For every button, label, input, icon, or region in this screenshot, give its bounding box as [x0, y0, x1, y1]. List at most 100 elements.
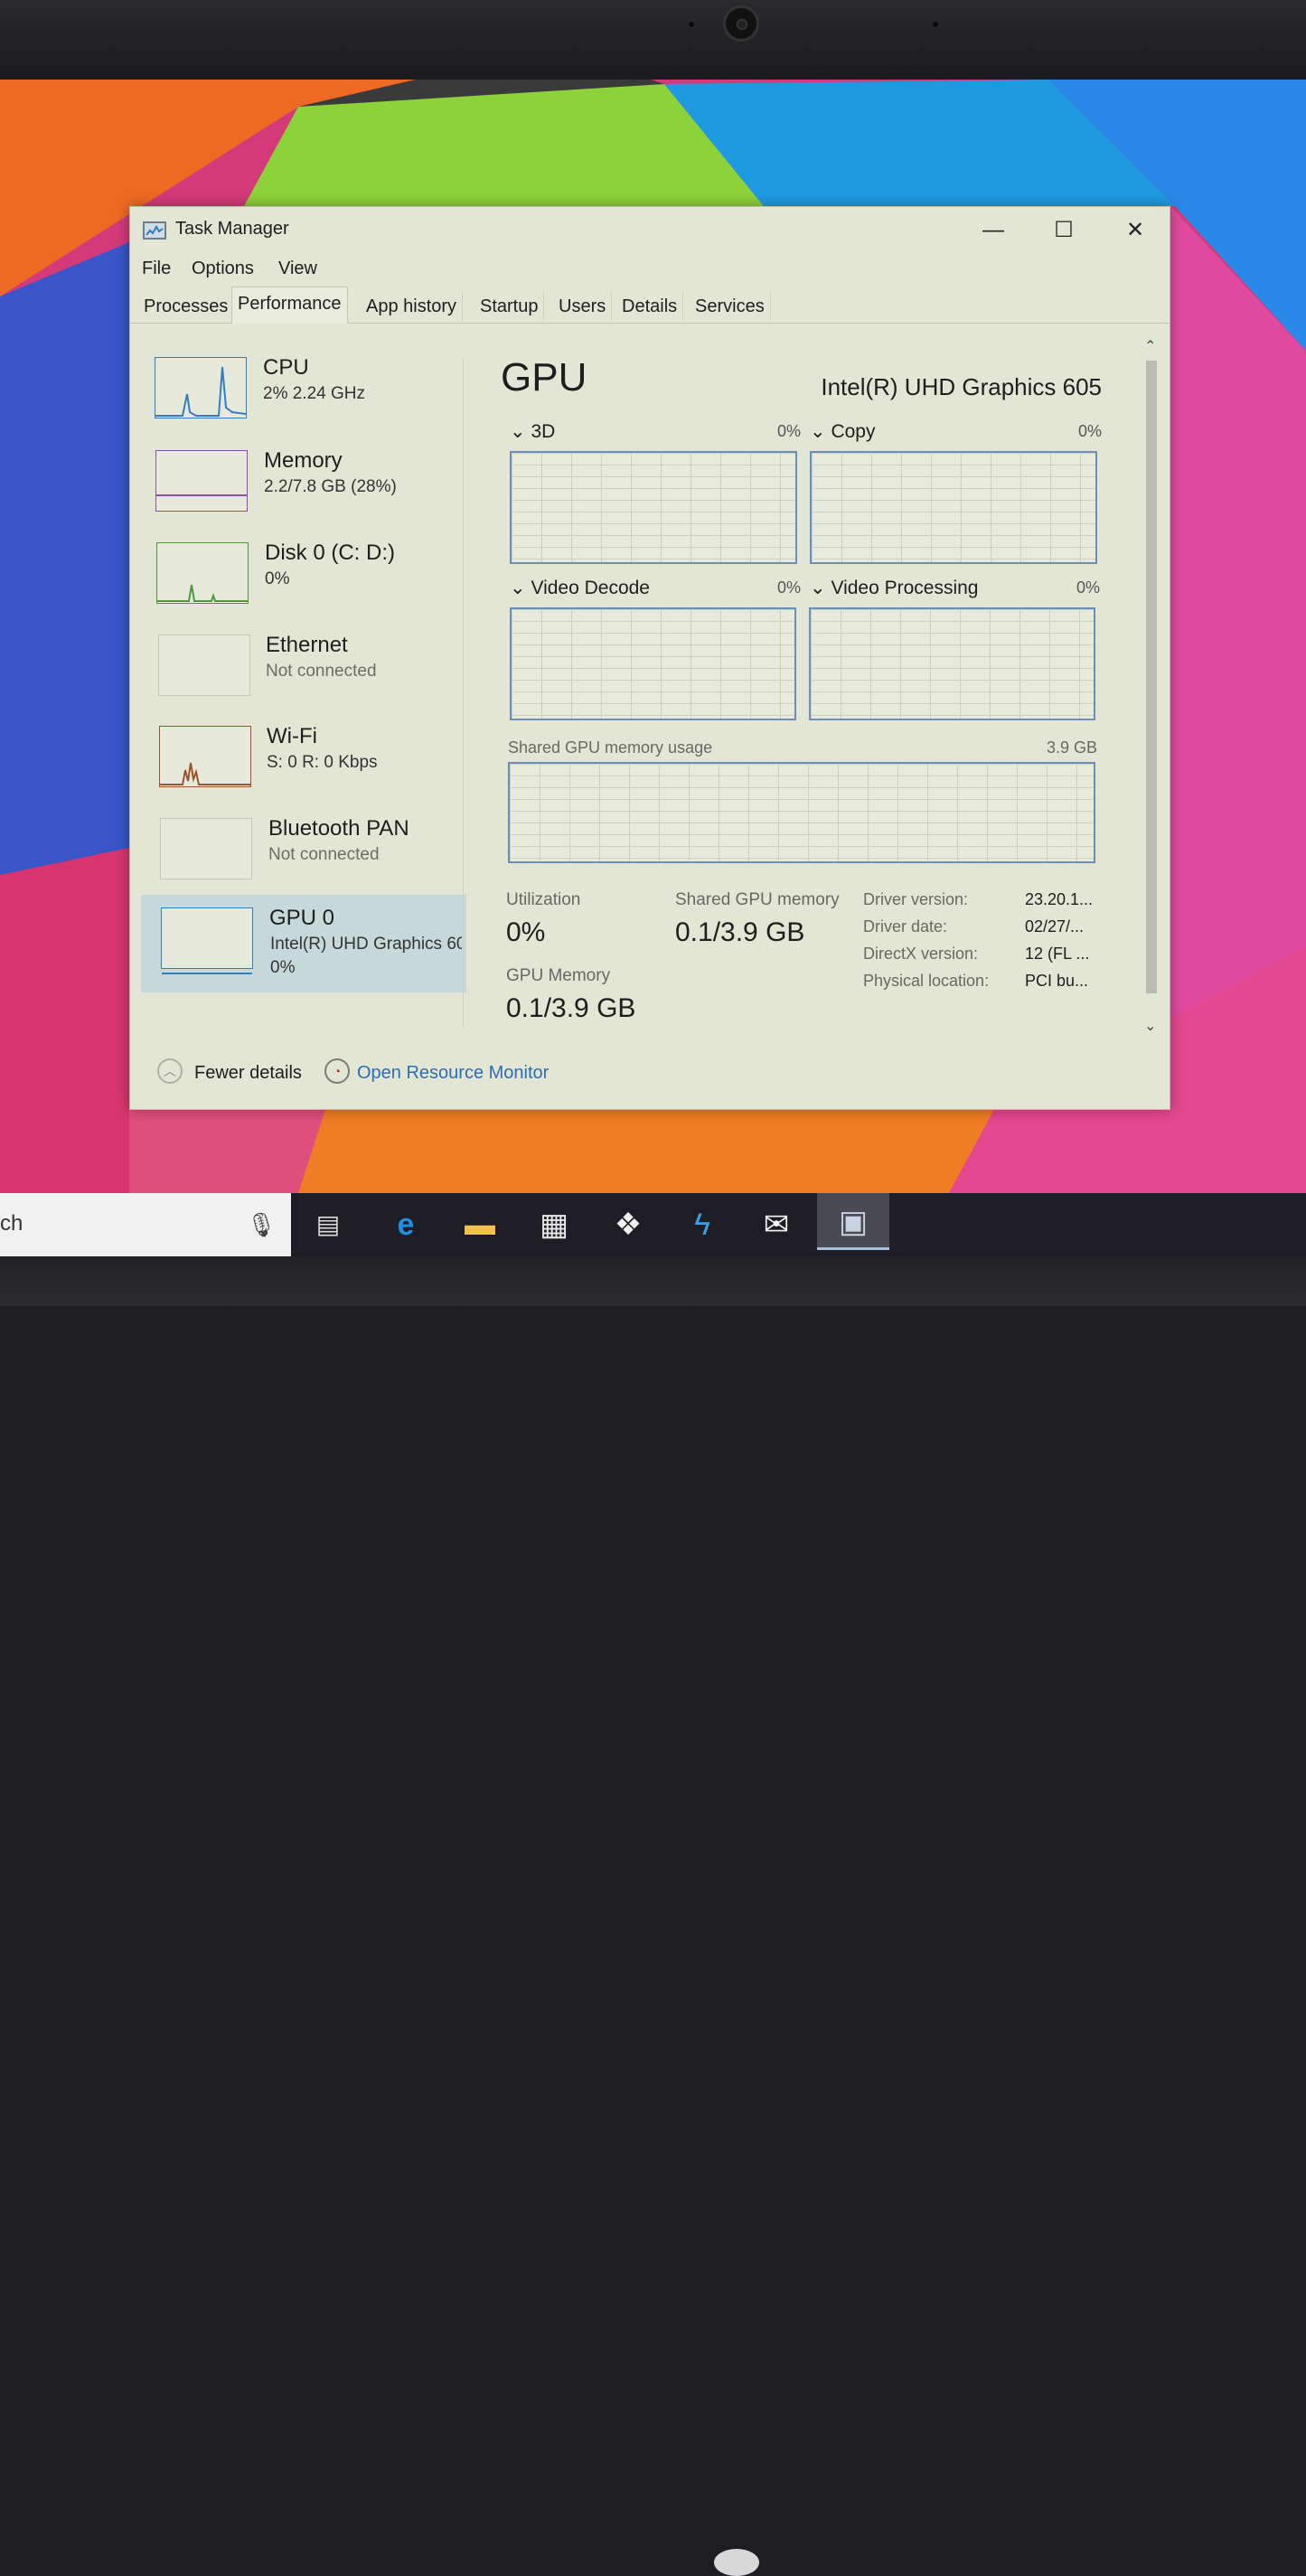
menu-options[interactable]: Options — [192, 259, 254, 279]
gpu-thumbnail-graph — [161, 907, 253, 974]
resource-subtitle: Not connected — [266, 662, 377, 681]
fewer-details-button[interactable]: Fewer details — [194, 1063, 302, 1084]
search-box[interactable]: ch 🎙 — [0, 1193, 291, 1256]
chevron-up-icon[interactable]: ︿ — [157, 1058, 183, 1084]
engine-video-decode-graph — [510, 607, 796, 720]
gpu-memory-label: GPU Memory — [506, 966, 611, 985]
tab-bar: Processes Performance App history Startu… — [130, 287, 1170, 324]
resource-title: CPU — [263, 355, 309, 380]
menu-file[interactable]: File — [142, 259, 171, 279]
resource-title: Disk 0 (C: D:) — [265, 541, 395, 565]
tab-processes[interactable]: Processes — [138, 292, 235, 321]
resource-title: Ethernet — [266, 633, 348, 657]
maximize-button[interactable]: ☐ — [1037, 212, 1091, 249]
store-icon[interactable]: ▦ — [526, 1202, 582, 1247]
shared-gpu-memory-value: 0.1/3.9 GB — [675, 917, 805, 947]
detail-title: GPU — [501, 355, 587, 400]
title-bar[interactable]: Task Manager — ☐ ✕ — [130, 207, 1170, 254]
task-view-icon[interactable]: ▤ — [300, 1202, 356, 1247]
ethernet-thumbnail-graph — [158, 635, 250, 696]
engine-video-decode-label[interactable]: ⌄ Video Decode — [510, 577, 650, 599]
gpu-model-name: Intel(R) UHD Graphics 605 — [821, 373, 1102, 400]
menu-bar: File Options View — [130, 254, 1170, 285]
resource-utilization: 0% — [270, 958, 296, 977]
gpu-memory-value: 0.1/3.9 GB — [506, 993, 636, 1023]
scroll-up-arrow-icon[interactable]: ⌃ — [1144, 337, 1156, 355]
shared-memory-max: 3.9 GB — [1047, 738, 1098, 757]
taskbar: ch 🎙 ▤ e ▬ ▦ ❖ ϟ ✉ ▣ — [0, 1193, 1306, 1256]
engine-3d-percent: 0% — [777, 422, 802, 440]
driver-date-value: 02/27/... — [1025, 917, 1085, 935]
close-button[interactable]: ✕ — [1108, 212, 1162, 249]
resource-ethernet[interactable]: Ethernet Not connected — [141, 618, 466, 709]
tab-startup[interactable]: Startup — [474, 292, 545, 321]
window-title: Task Manager — [175, 219, 289, 239]
resource-title: Bluetooth PAN — [268, 816, 409, 841]
laptop-bezel-bottom — [0, 1256, 1306, 2576]
directx-version-label: DirectX version: — [863, 945, 979, 963]
physical-location-label: Physical location: — [863, 972, 990, 990]
resource-title: GPU 0 — [269, 906, 335, 930]
mail-icon[interactable]: ✉ — [748, 1202, 804, 1247]
dropbox-icon[interactable]: ❖ — [600, 1202, 656, 1247]
scroll-thumb[interactable] — [1146, 361, 1157, 993]
resource-subtitle: Intel(R) UHD Graphics 605 — [270, 935, 462, 954]
gpu-detail-pane: GPU Intel(R) UHD Graphics 605 ⌄ 3D 0% ⌄ … — [483, 343, 1147, 1048]
utilization-label: Utilization — [506, 890, 581, 909]
laptop-bezel-top — [0, 0, 1306, 80]
pane-divider — [463, 359, 464, 1028]
resource-title: Memory — [264, 448, 343, 473]
resource-gpu[interactable]: GPU 0 Intel(R) UHD Graphics 605 0% — [141, 895, 466, 992]
driver-version-value: 23.20.1... — [1025, 890, 1094, 908]
directx-version-value: 12 (FL ... — [1025, 945, 1090, 963]
engine-copy-label[interactable]: ⌄ Copy — [810, 420, 875, 443]
resource-wifi[interactable]: Wi-Fi S: 0 R: 0 Kbps — [141, 710, 466, 800]
search-input-text: ch — [0, 1211, 23, 1236]
detail-scrollbar[interactable]: ⌃ ⌄ — [1142, 334, 1162, 1048]
driver-version-label: Driver version: — [863, 890, 969, 908]
tab-performance[interactable]: Performance — [231, 287, 348, 324]
hp-logo-icon — [714, 2549, 759, 2576]
resource-cpu[interactable]: CPU 2% 2.24 GHz — [141, 341, 466, 431]
resource-monitor-icon: ◔ — [324, 1058, 350, 1084]
engine-video-decode-percent: 0% — [777, 578, 802, 597]
tab-users[interactable]: Users — [553, 292, 613, 321]
scroll-down-arrow-icon[interactable]: ⌄ — [1144, 1017, 1156, 1035]
wifi-thumbnail-graph — [159, 726, 251, 787]
menu-view[interactable]: View — [278, 259, 317, 279]
resource-list: CPU 2% 2.24 GHz Memory 2.2/7.8 GB (28%) … — [141, 341, 466, 1023]
sensor-dot — [933, 22, 938, 27]
minimize-button[interactable]: — — [966, 212, 1020, 249]
resource-disk[interactable]: Disk 0 (C: D:) 0% — [141, 526, 466, 616]
engine-video-processing-percent: 0% — [1076, 578, 1101, 597]
cpu-thumbnail-graph — [155, 357, 247, 418]
tab-details[interactable]: Details — [616, 292, 684, 321]
resource-subtitle: 2% 2.24 GHz — [263, 384, 365, 403]
driver-date-label: Driver date: — [863, 917, 948, 935]
task-manager-icon[interactable]: ▣ — [817, 1193, 889, 1250]
task-manager-window: Task Manager — ☐ ✕ File Options View Pro… — [129, 206, 1170, 1110]
footer-bar: ︿ Fewer details ◔ Open Resource Monitor — [130, 1052, 1170, 1097]
open-resource-monitor-link[interactable]: Open Resource Monitor — [357, 1063, 549, 1084]
edge-icon[interactable]: e — [378, 1202, 434, 1247]
resource-bluetooth[interactable]: Bluetooth PAN Not connected — [141, 802, 466, 892]
task-manager-icon — [143, 221, 166, 240]
tab-app-history[interactable]: App history — [361, 292, 464, 321]
engine-3d-label[interactable]: ⌄ 3D — [510, 420, 555, 443]
bolt-app-icon[interactable]: ϟ — [674, 1202, 730, 1247]
resource-subtitle: Not connected — [268, 845, 380, 864]
resource-memory[interactable]: Memory 2.2/7.8 GB (28%) — [141, 434, 466, 524]
sensor-dot — [689, 22, 694, 27]
utilization-value: 0% — [506, 917, 546, 947]
resource-title: Wi-Fi — [267, 724, 317, 748]
resource-subtitle: S: 0 R: 0 Kbps — [267, 753, 378, 772]
file-explorer-icon[interactable]: ▬ — [452, 1202, 508, 1247]
engine-video-processing-label[interactable]: ⌄ Video Processing — [810, 577, 979, 599]
microphone-icon[interactable]: 🎙 — [233, 1202, 289, 1247]
disk-thumbnail-graph — [156, 542, 249, 604]
memory-thumbnail-graph — [155, 450, 248, 512]
engine-3d-graph — [510, 451, 797, 564]
tab-services[interactable]: Services — [690, 292, 771, 321]
physical-location-value: PCI bu... — [1025, 972, 1089, 990]
engine-copy-percent: 0% — [1078, 422, 1103, 440]
